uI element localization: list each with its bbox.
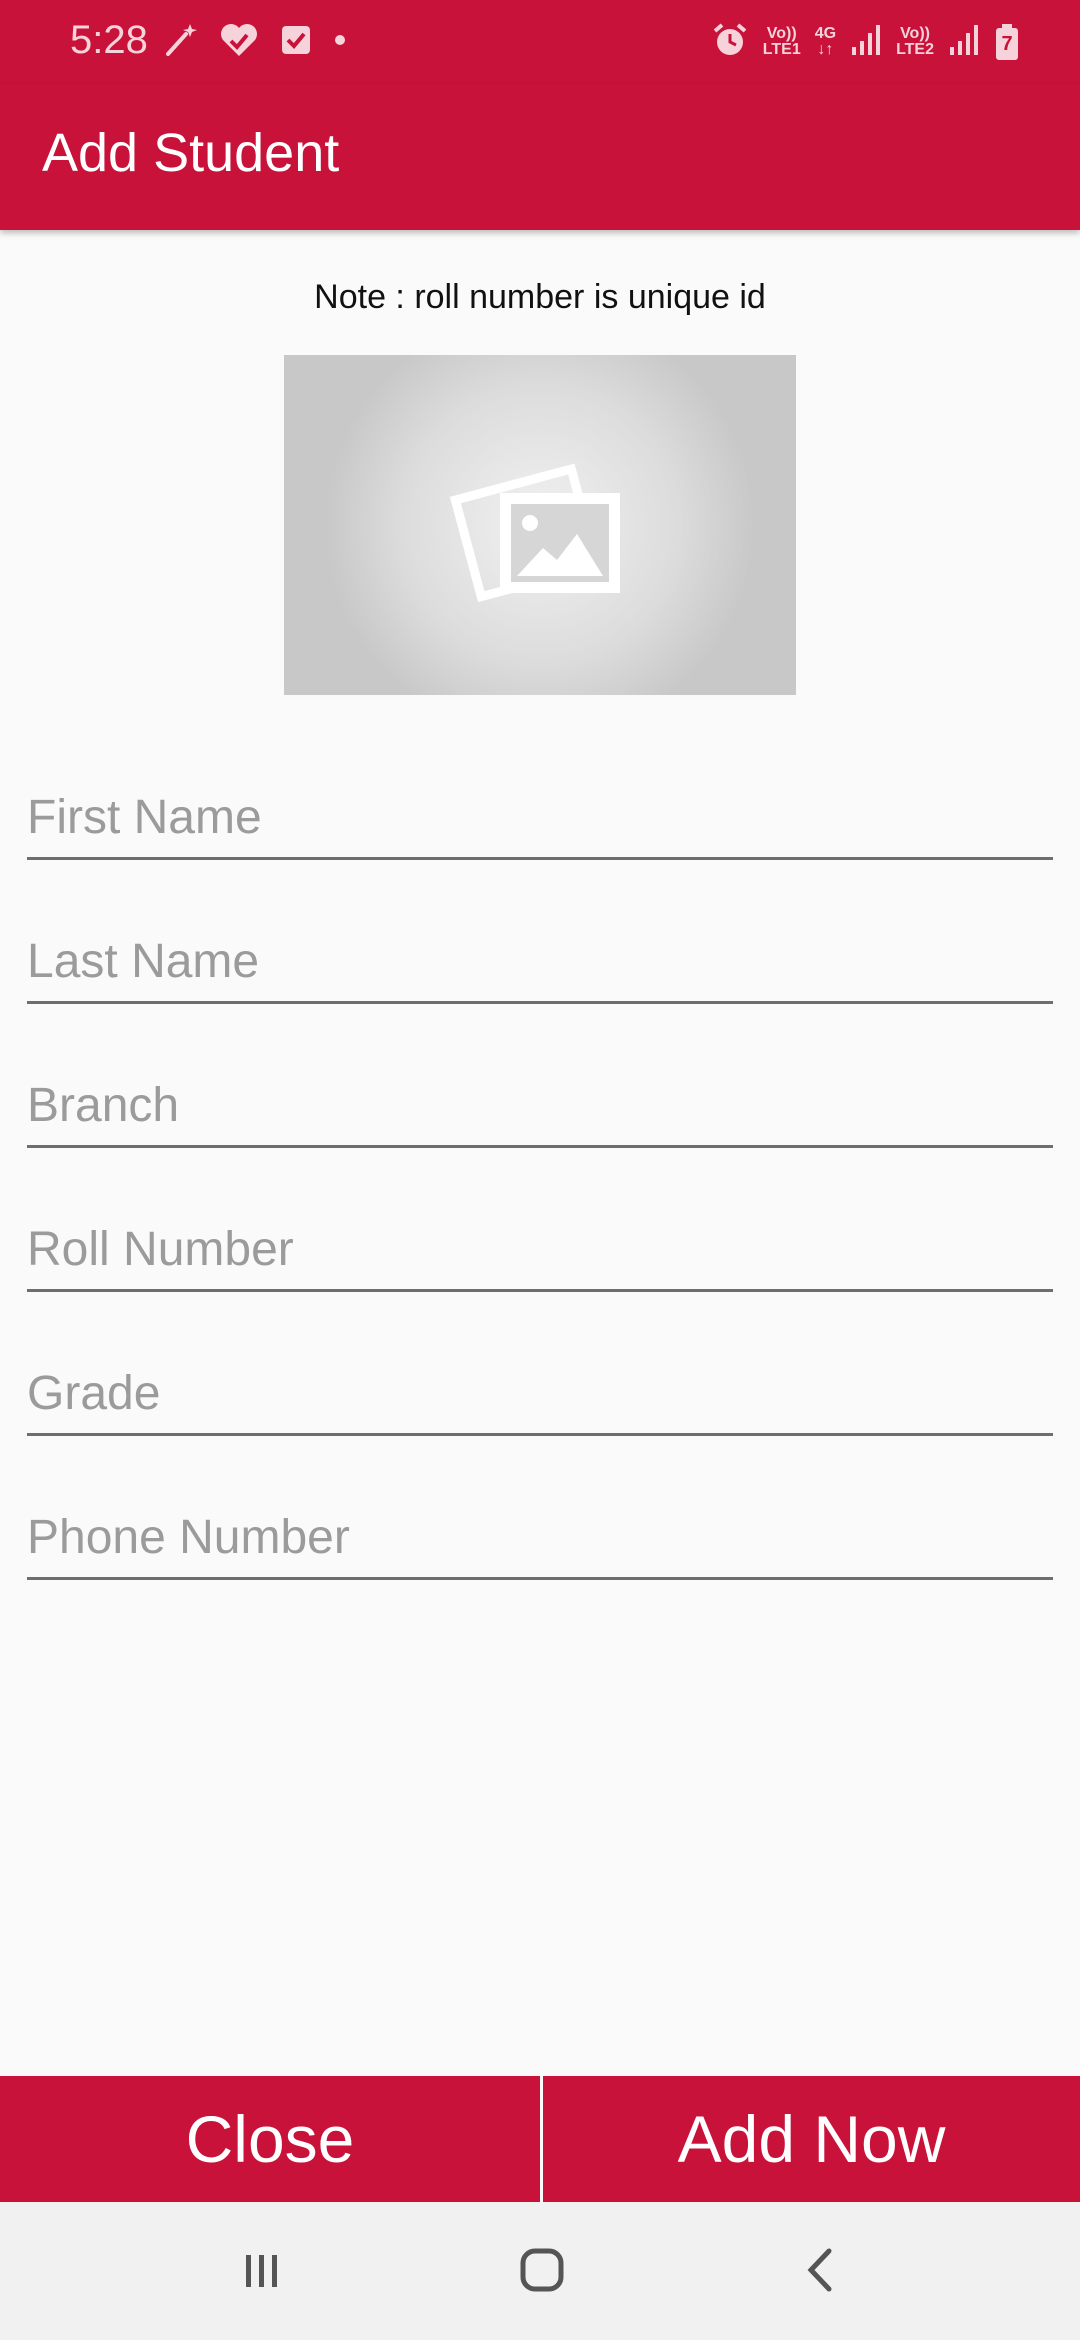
roll-number-input[interactable] <box>27 1217 1053 1281</box>
magic-wand-icon <box>160 20 200 65</box>
home-button[interactable] <box>502 2232 582 2312</box>
app-bar: Add Student <box>0 84 1080 230</box>
lte1-top-label: Vo)) <box>766 25 797 42</box>
grade-input[interactable] <box>27 1361 1053 1425</box>
page-title: Add Student <box>42 123 340 183</box>
back-icon <box>797 2245 847 2300</box>
heart-check-icon <box>218 20 260 65</box>
alarm-icon <box>711 21 749 64</box>
first-name-input[interactable] <box>27 785 1053 849</box>
image-gallery-icon <box>445 438 635 613</box>
unique-id-note: Note : roll number is unique id <box>314 278 766 316</box>
back-button[interactable] <box>782 2232 862 2312</box>
branch-field <box>27 1065 1053 1148</box>
volte-lte1-icon: Vo)) LTE1 <box>763 26 801 58</box>
student-photo-picker[interactable] <box>284 355 796 695</box>
recents-button[interactable] <box>222 2232 302 2312</box>
branch-input[interactable] <box>27 1073 1053 1137</box>
recents-icon <box>237 2245 287 2300</box>
system-nav-bar <box>0 2202 1080 2340</box>
lte2-top-label: Vo)) <box>900 25 930 42</box>
add-now-button[interactable]: Add Now <box>543 2076 1080 2202</box>
phone-number-input[interactable] <box>27 1505 1053 1569</box>
status-left-icons <box>160 18 348 66</box>
signal-icon <box>948 23 980 62</box>
last-name-field <box>27 921 1053 1004</box>
dot-icon <box>332 32 348 53</box>
status-time: 5:28 <box>70 18 148 62</box>
lte1-bottom-label: LTE1 <box>762 41 801 58</box>
grade-field <box>27 1353 1053 1436</box>
first-name-field <box>27 777 1053 860</box>
close-button[interactable]: Close <box>0 2076 540 2202</box>
signal-icon <box>850 23 882 62</box>
checkbox-icon <box>278 22 314 63</box>
lte2-bottom-label: LTE2 <box>896 41 934 58</box>
home-icon <box>517 2245 567 2300</box>
status-right-icons: Vo)) LTE1 4G ↓↑ Vo)) LTE2 7 <box>711 18 1020 66</box>
volte-lte2-icon: Vo)) LTE2 <box>896 26 934 58</box>
data-arrows: ↓↑ <box>817 41 834 58</box>
roll-number-field <box>27 1209 1053 1292</box>
phone-number-field <box>27 1497 1053 1580</box>
battery-level: 7 <box>1001 33 1013 55</box>
4g-data-icon: 4G ↓↑ <box>815 26 836 58</box>
battery-charging-icon: 7 <box>994 23 1020 61</box>
data-label: 4G <box>814 25 837 42</box>
last-name-input[interactable] <box>27 929 1053 993</box>
status-bar: 5:28 Vo)) LTE1 4G ↓↑ Vo)) LTE2 7 <box>0 0 1080 84</box>
